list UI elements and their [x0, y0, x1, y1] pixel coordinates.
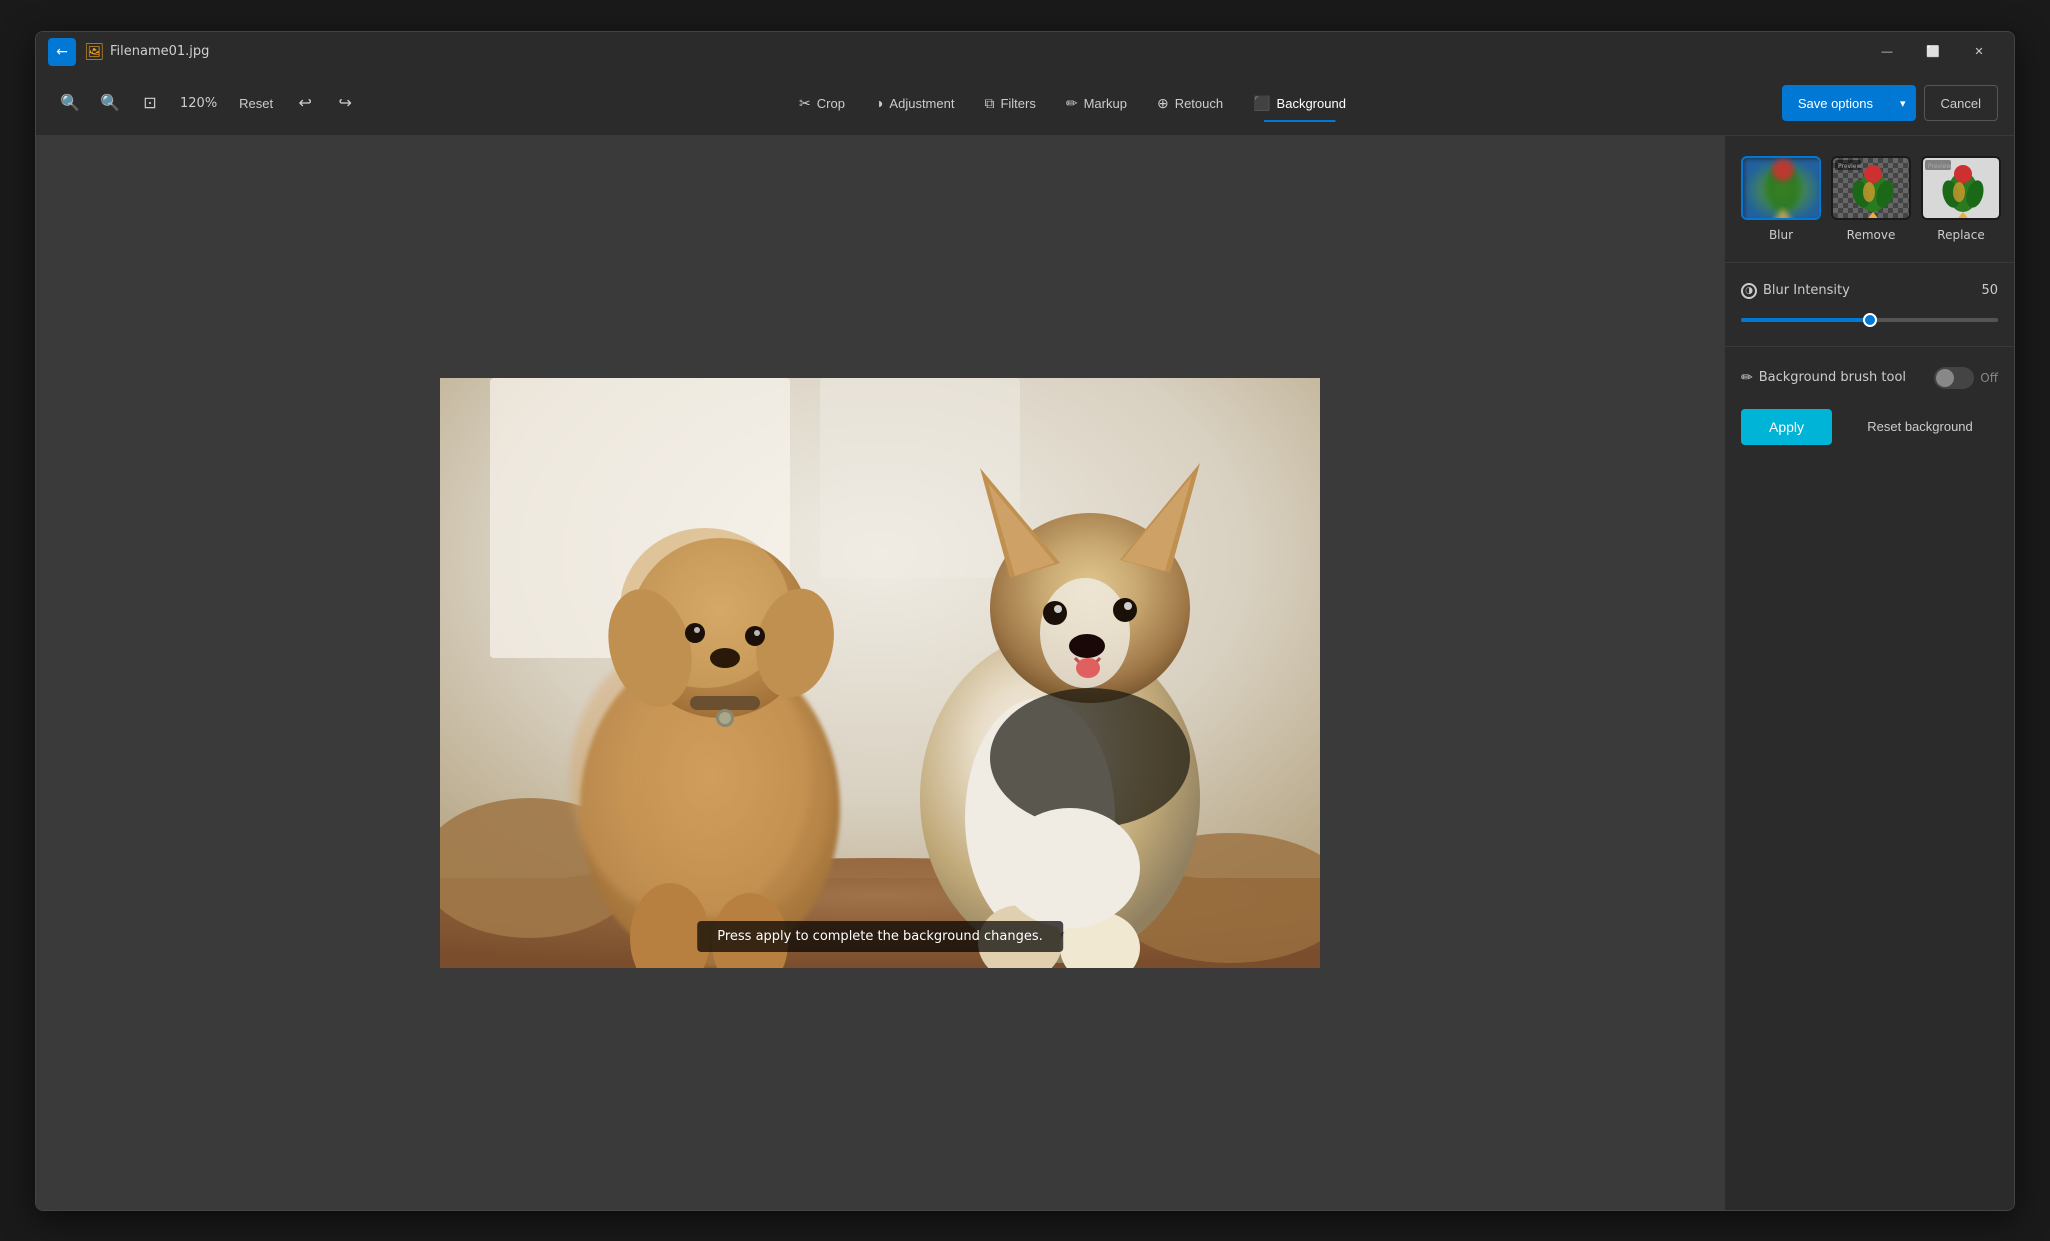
- tab-adjustment[interactable]: ◑ Adjustment: [861, 87, 969, 119]
- blur-thumbnail: [1741, 156, 1821, 220]
- filters-icon: ⧉: [984, 95, 994, 112]
- fit-button[interactable]: ⊡: [132, 85, 168, 121]
- toolbar-center: ✂ Crop ◑ Adjustment ⧉ Filters ✏ Markup ⊕…: [367, 87, 1778, 120]
- slider-container: [1741, 307, 1998, 326]
- image-container: Press apply to complete the background c…: [440, 378, 1320, 968]
- toolbar-right: Save options ▾ Cancel: [1782, 85, 1998, 121]
- action-buttons: Apply Reset background: [1741, 409, 1998, 445]
- brush-tool-row: ✏ Background brush tool Off: [1741, 367, 1998, 389]
- separator-2: [1725, 346, 2014, 347]
- toggle-knob: [1936, 369, 1954, 387]
- crop-label: Crop: [817, 96, 845, 111]
- zoom-in-icon: 🔍: [60, 93, 80, 113]
- toolbar-left: 🔍 🔍 ⊡ 120% Reset ↩ ↪: [52, 85, 363, 121]
- blur-intensity-section: ◑ Blur Intensity 50: [1741, 283, 1998, 326]
- dogs-svg: [440, 378, 1320, 968]
- file-icon: 🖼: [84, 43, 102, 61]
- tab-crop[interactable]: ✂ Crop: [785, 87, 859, 120]
- tab-markup[interactable]: ✏ Markup: [1052, 87, 1141, 120]
- canvas-area: Press apply to complete the background c…: [36, 136, 1724, 1210]
- toggle-state-label: Off: [1980, 371, 1998, 385]
- blur-intensity-icon: ◑: [1741, 283, 1757, 299]
- retouch-icon: ⊕: [1157, 95, 1169, 112]
- crop-icon: ✂: [799, 95, 811, 112]
- close-button[interactable]: ✕: [1956, 36, 2002, 68]
- brush-tool-label: ✏ Background brush tool: [1741, 370, 1906, 386]
- save-button[interactable]: Save options: [1782, 85, 1889, 121]
- fit-icon: ⊡: [143, 93, 156, 113]
- replace-label: Replace: [1937, 228, 1984, 242]
- redo-button[interactable]: ↪: [327, 85, 363, 121]
- save-dropdown-button[interactable]: ▾: [1889, 85, 1916, 121]
- cancel-button[interactable]: Cancel: [1924, 85, 1998, 121]
- remove-thumb-svg: Preview: [1833, 158, 1911, 220]
- mode-card-replace[interactable]: Preview Replace: [1921, 156, 2001, 242]
- mode-card-remove[interactable]: Preview Remove: [1831, 156, 1911, 242]
- markup-label: Markup: [1084, 96, 1127, 111]
- retouch-label: Retouch: [1175, 96, 1223, 111]
- replace-thumb-svg: Preview: [1923, 158, 2001, 220]
- zoom-out-icon: 🔍: [100, 93, 120, 113]
- separator-1: [1725, 262, 2014, 263]
- adjustment-icon: ◑: [875, 95, 883, 111]
- tab-background[interactable]: ⬛ Background: [1239, 87, 1360, 120]
- title-bar-left: ← 🖼 Filename01.jpg: [48, 38, 1864, 66]
- svg-text:Preview: Preview: [1838, 163, 1861, 170]
- reset-button[interactable]: Reset: [229, 90, 283, 117]
- apply-button[interactable]: Apply: [1741, 409, 1832, 445]
- undo-icon: ↩: [298, 93, 311, 113]
- restore-button[interactable]: ⬜: [1910, 36, 1956, 68]
- zoom-in-button[interactable]: 🔍: [52, 85, 88, 121]
- blur-intensity-slider[interactable]: [1741, 318, 1998, 322]
- title-bar: ← 🖼 Filename01.jpg — ⬜ ✕: [36, 32, 2014, 72]
- blur-label: Blur: [1769, 228, 1793, 242]
- filename-label: Filename01.jpg: [110, 44, 209, 59]
- undo-button[interactable]: ↩: [287, 85, 323, 121]
- app-window: ← 🖼 Filename01.jpg — ⬜ ✕ 🔍 🔍 ⊡ 120% Rese…: [35, 31, 2015, 1211]
- remove-label: Remove: [1847, 228, 1896, 242]
- blur-intensity-text: Blur Intensity: [1763, 283, 1850, 298]
- main-image: [440, 378, 1320, 968]
- tab-filters[interactable]: ⧉ Filters: [970, 87, 1049, 120]
- main-content: Press apply to complete the background c…: [36, 136, 2014, 1210]
- toggle-row: Off: [1934, 367, 1998, 389]
- zoom-out-button[interactable]: 🔍: [92, 85, 128, 121]
- blur-thumb-svg: [1743, 158, 1821, 220]
- blur-value: 50: [1974, 283, 1998, 298]
- filters-label: Filters: [1000, 96, 1035, 111]
- remove-thumbnail: Preview: [1831, 156, 1911, 220]
- brush-tool-text: Background brush tool: [1759, 370, 1906, 385]
- blur-intensity-label: ◑ Blur Intensity: [1741, 283, 1850, 299]
- reset-background-button[interactable]: Reset background: [1842, 409, 1998, 444]
- markup-icon: ✏: [1066, 95, 1078, 112]
- status-text: Press apply to complete the background c…: [717, 929, 1043, 944]
- tab-retouch[interactable]: ⊕ Retouch: [1143, 87, 1237, 120]
- mode-card-blur[interactable]: Blur: [1741, 156, 1821, 242]
- background-icon: ⬛: [1253, 95, 1270, 112]
- right-panel: Blur: [1724, 136, 2014, 1210]
- brush-icon: ✏: [1741, 370, 1753, 386]
- blur-intensity-row: ◑ Blur Intensity 50: [1741, 283, 1998, 299]
- replace-thumbnail: Preview: [1921, 156, 2001, 220]
- back-icon: ←: [56, 44, 68, 60]
- adjustment-label: Adjustment: [889, 96, 954, 111]
- background-label: Background: [1277, 96, 1346, 111]
- toolbar: 🔍 🔍 ⊡ 120% Reset ↩ ↪ ✂ Crop ◑: [36, 72, 2014, 136]
- window-controls: — ⬜ ✕: [1864, 36, 2002, 68]
- mode-cards: Blur: [1741, 156, 1998, 242]
- zoom-level: 120%: [172, 92, 225, 115]
- svg-text:Preview: Preview: [1928, 163, 1951, 170]
- save-options-group: Save options ▾: [1782, 85, 1916, 121]
- brush-tool-toggle[interactable]: [1934, 367, 1974, 389]
- status-bar: Press apply to complete the background c…: [697, 921, 1063, 952]
- minimize-button[interactable]: —: [1864, 36, 1910, 68]
- back-button[interactable]: ←: [48, 38, 76, 66]
- redo-icon: ↪: [338, 93, 351, 113]
